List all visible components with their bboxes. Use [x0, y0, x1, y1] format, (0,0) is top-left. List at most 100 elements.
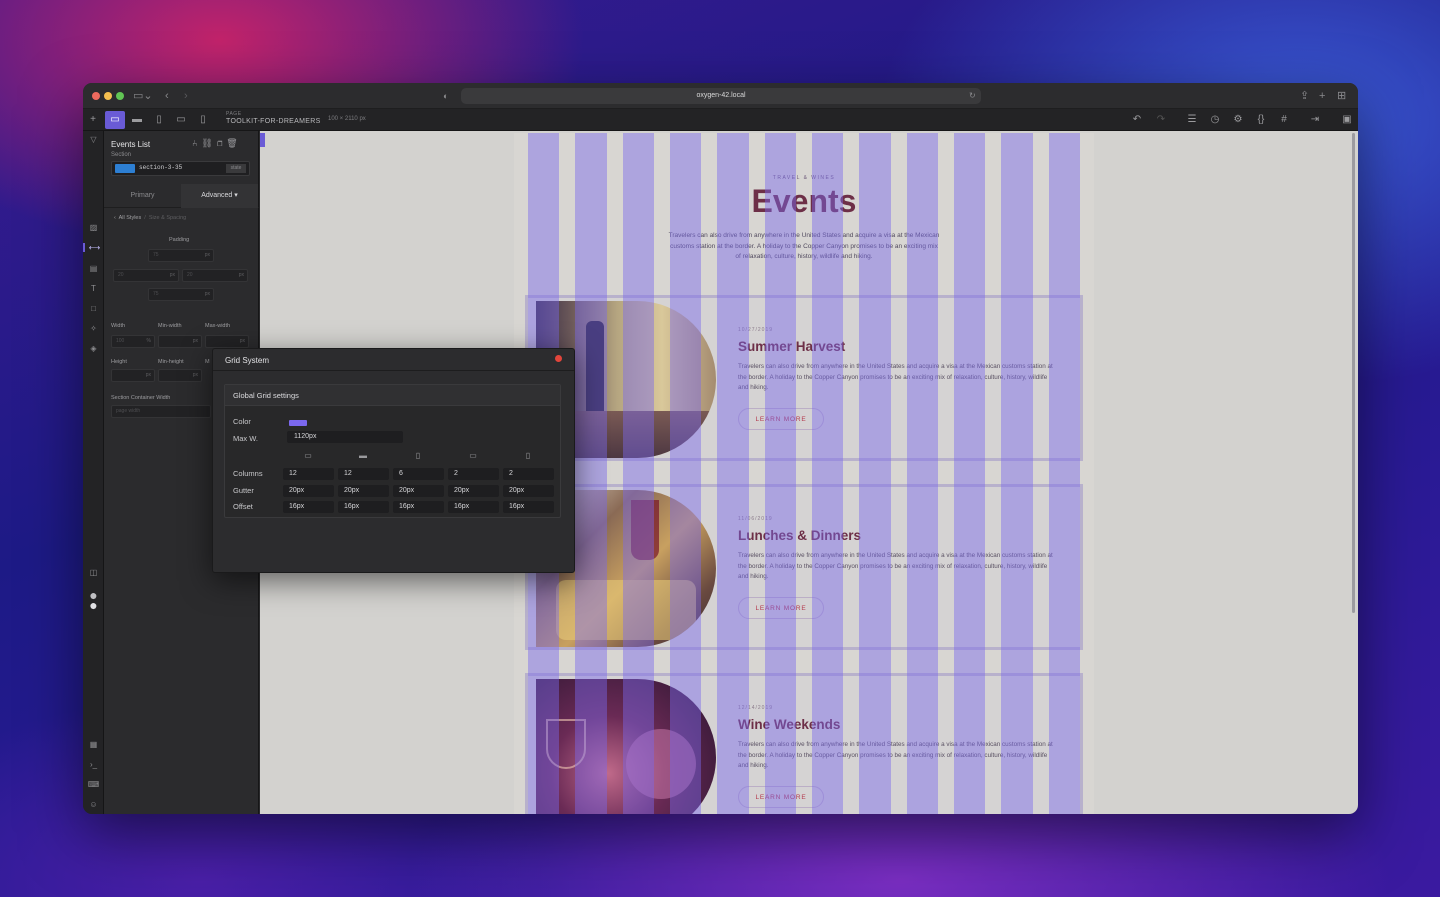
layers-icon[interactable]: ◫	[83, 568, 104, 577]
keyboard-icon[interactable]: ⌨	[83, 780, 104, 789]
padding-bottom-input[interactable]: 75 px	[148, 288, 214, 301]
state-button[interactable]: state	[226, 164, 246, 173]
size-spacing-icon[interactable]: ⟷	[83, 243, 104, 252]
desktop-icon: ▭	[304, 451, 312, 460]
breadcrumb-root[interactable]: All Styles	[119, 215, 142, 221]
tab-advanced[interactable]: Advanced ▾	[181, 184, 258, 208]
canvas-width-value[interactable]: 100	[328, 116, 338, 122]
width-input[interactable]: 100%	[111, 335, 155, 348]
selector-id: section-3-35	[139, 164, 183, 171]
columns-tablet-input[interactable]: 6	[393, 468, 444, 480]
image-icon[interactable]: ▨	[83, 223, 104, 232]
width-label: Width	[111, 323, 126, 329]
background-icon[interactable]: ◈	[83, 344, 104, 353]
element-type: Section	[111, 152, 132, 158]
desktop-view-icon[interactable]: ▭	[105, 111, 125, 129]
columns-laptop-input[interactable]: 12	[338, 468, 389, 480]
redo-icon[interactable]: ↷	[1151, 111, 1171, 129]
close-modal-button[interactable]	[555, 355, 562, 362]
offset-phone-input[interactable]: 16px	[503, 501, 554, 513]
columns-phone-input[interactable]: 2	[503, 468, 554, 480]
tab-primary[interactable]: Primary	[104, 184, 181, 208]
new-tab-icon[interactable]: +	[1319, 83, 1325, 109]
sidebar-toggle-icon[interactable]: ▭⌄	[133, 83, 153, 109]
columns-desktop-input[interactable]: 12	[283, 468, 334, 480]
modal-header: Grid System	[213, 349, 574, 371]
reload-icon[interactable]: ↻	[969, 83, 976, 109]
back-chevron-icon[interactable]: ‹	[114, 215, 116, 221]
share-icon[interactable]: ⇪	[1300, 83, 1309, 109]
undo-icon[interactable]: ↶	[1127, 111, 1147, 129]
settings-gear-icon[interactable]: ⚙	[1228, 111, 1248, 129]
tab-advanced-label: Advanced	[201, 192, 233, 199]
history-icon[interactable]: ◷	[1205, 111, 1225, 129]
close-window-button[interactable]	[92, 92, 100, 100]
section-container-width-input[interactable]: page width	[111, 405, 211, 418]
offset-desktop-input[interactable]: 16px	[283, 501, 334, 513]
back-icon[interactable]: ‹	[165, 83, 169, 109]
element-title: Events List	[111, 140, 151, 149]
offset-tablet-landscape-input[interactable]: 16px	[448, 501, 499, 513]
exit-icon[interactable]: ⇥	[1305, 111, 1325, 129]
height-input[interactable]: px	[111, 369, 155, 382]
structure-icon[interactable]: ☰	[1182, 111, 1202, 129]
filter-icon[interactable]: ▽	[83, 135, 104, 144]
height-label: Height	[111, 359, 127, 365]
forward-icon[interactable]: ›	[184, 83, 188, 109]
min-height-input[interactable]: px	[158, 369, 202, 382]
canvas-scrollbar[interactable]	[1352, 133, 1355, 613]
tablet-landscape-view-icon[interactable]: ▭	[171, 111, 191, 129]
gutter-laptop-input[interactable]: 20px	[338, 485, 389, 497]
phone-view-icon[interactable]: ▯	[193, 111, 213, 129]
page-name[interactable]: TOOLKIT-FOR-DREAMERS	[226, 118, 321, 125]
link-icon[interactable]: ⛓	[201, 138, 216, 148]
structure-tree-icon[interactable]: ⑃	[192, 138, 201, 148]
borders-icon[interactable]: □	[83, 304, 104, 313]
save-icon[interactable]: ▣	[1337, 111, 1357, 129]
event-card[interactable]: 10/27/2019 Summer Harvest Travelers can …	[525, 295, 1083, 461]
event-card[interactable]: 11/06/2019 Lunches & Dinners Travelers c…	[525, 484, 1083, 650]
toggle-knob-icon[interactable]: ●	[83, 597, 104, 613]
trash-icon[interactable]: 🗑	[226, 138, 241, 148]
privacy-shield-icon[interactable]: ◐	[443, 83, 448, 109]
grid-hash-icon[interactable]: #	[1274, 111, 1294, 129]
canvas-height-value[interactable]: 2110	[345, 116, 358, 122]
gutter-tablet-landscape-input[interactable]: 20px	[448, 485, 499, 497]
max-width-label: Max W.	[233, 434, 259, 443]
selector-field[interactable]: section-3-35 state	[111, 161, 250, 176]
tablet-view-icon[interactable]: ▯	[149, 111, 169, 129]
padding-top-input[interactable]: 75 px	[148, 249, 214, 262]
layout-icon[interactable]: ▤	[83, 264, 104, 273]
columns-tablet-landscape-input[interactable]: 2	[448, 468, 499, 480]
effects-icon[interactable]: ✧	[83, 324, 104, 333]
tab-overview-icon[interactable]: ⊞	[1337, 83, 1346, 109]
event-card[interactable]: 12/14/2019 Wine Weekends Travelers can a…	[525, 673, 1083, 814]
address-bar[interactable]: oxygen-42.local	[461, 88, 981, 104]
duplicate-icon[interactable]: ❐	[217, 138, 226, 148]
padding-right-input[interactable]: 20 px	[182, 269, 248, 282]
max-width-input[interactable]: px	[205, 335, 249, 348]
laptop-view-icon[interactable]: ▬	[127, 111, 147, 129]
minimize-window-button[interactable]	[104, 92, 112, 100]
offset-tablet-input[interactable]: 16px	[393, 501, 444, 513]
user-icon[interactable]: ☺	[83, 800, 104, 809]
breadcrumb: ‹ All Styles / Size & Spacing	[114, 215, 187, 221]
offset-laptop-input[interactable]: 16px	[338, 501, 389, 513]
templates-icon[interactable]: ▦	[83, 740, 104, 749]
browser-window: ▭⌄ ‹ › ◐ oxygen-42.local ↻ ⇪ + ⊞ + ▭ ▬ ▯…	[83, 83, 1358, 814]
gutter-desktop-input[interactable]: 20px	[283, 485, 334, 497]
max-width-input[interactable]: 1120px	[287, 431, 403, 443]
gutter-label: Gutter	[233, 486, 254, 495]
padding-left-input[interactable]: 20 px	[113, 269, 179, 282]
code-braces-icon[interactable]: {}	[1251, 111, 1271, 129]
min-width-input[interactable]: px	[158, 335, 202, 348]
terminal-icon[interactable]: ›_	[83, 760, 104, 769]
zoom-window-button[interactable]	[116, 92, 124, 100]
grid-color-swatch[interactable]	[289, 420, 307, 426]
gutter-tablet-input[interactable]: 20px	[393, 485, 444, 497]
typography-icon[interactable]: T	[83, 284, 104, 293]
gutter-phone-input[interactable]: 20px	[503, 485, 554, 497]
add-element-icon[interactable]: +	[83, 111, 103, 129]
left-icon-rail: ▽ ▨ ⟷ ▤ T □ ✧ ◈ ◫ ● ● ▦ ›_ ⌨ ☺	[83, 131, 104, 814]
events-section[interactable]: TRAVEL & WINES Events Travelers can also…	[514, 133, 1094, 814]
